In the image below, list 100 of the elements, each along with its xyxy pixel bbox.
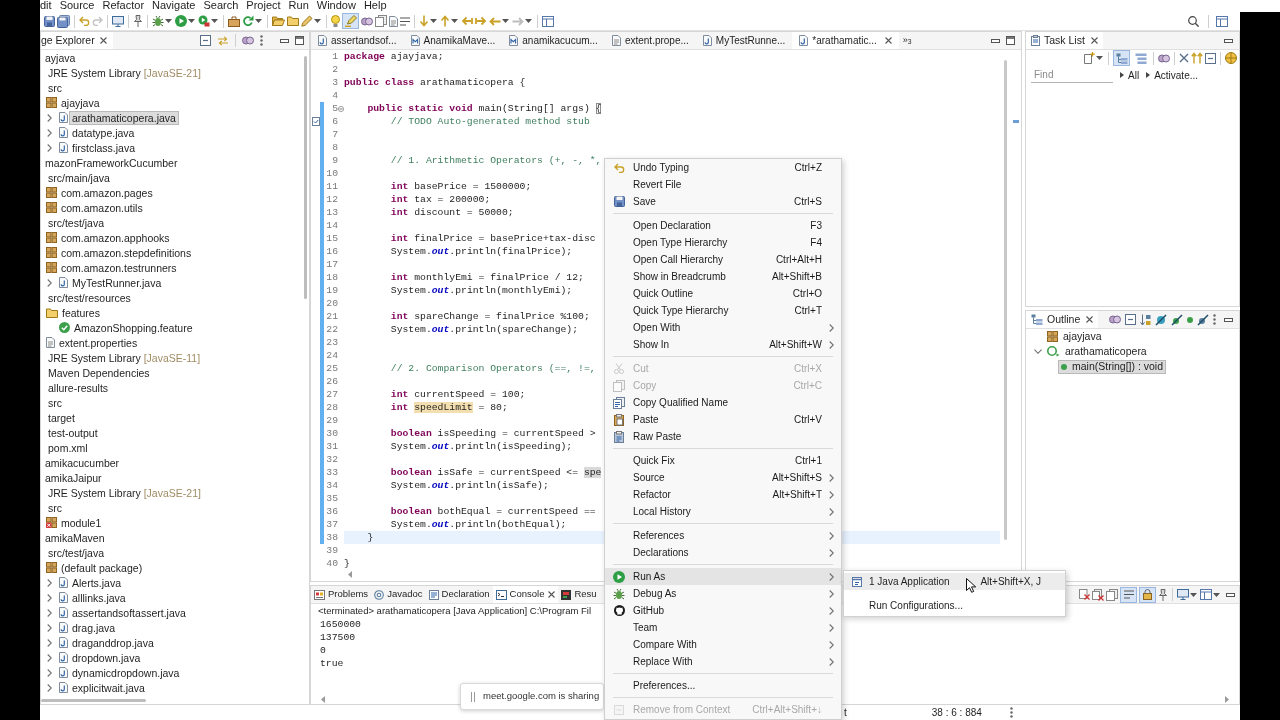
scrollbar-thumb[interactable] xyxy=(1003,60,1007,540)
documents-remove-icon[interactable] xyxy=(1092,588,1104,601)
chevron-right-icon[interactable] xyxy=(47,653,52,662)
caret-down-icon[interactable] xyxy=(1096,56,1103,60)
editor-tab[interactable]: AnamikaMave... xyxy=(403,32,503,49)
menu-item[interactable]: Refactor Alt+Shift+T xyxy=(605,486,841,503)
filter-link[interactable]: Activate... xyxy=(1146,67,1199,83)
tree-item[interactable]: com.amazon.testrunners xyxy=(58,260,180,275)
tree-item[interactable]: dynamicdropdown.java xyxy=(69,665,183,680)
menu-item[interactable]: Open With xyxy=(605,319,841,336)
tree-item[interactable]: explicitwait.java xyxy=(69,680,148,695)
tree-item[interactable]: com.amazon.apphooks xyxy=(58,230,173,245)
tree-item[interactable]: assertandsoftassert.java xyxy=(69,605,189,620)
sort-icon[interactable] xyxy=(1140,313,1151,326)
caret-down-icon[interactable] xyxy=(502,19,509,23)
chevron-down-icon[interactable] xyxy=(1034,349,1042,354)
up-arrows-icon[interactable] xyxy=(1191,52,1203,64)
tree-item[interactable]: target xyxy=(45,410,78,425)
documents-icon[interactable] xyxy=(1106,588,1118,601)
collapse-all-icon[interactable] xyxy=(200,35,211,46)
tree-item[interactable]: main(String[]) : void xyxy=(1058,359,1167,374)
caret-down-icon[interactable] xyxy=(255,19,262,23)
chevron-right-icon[interactable] xyxy=(47,623,52,632)
caret-down-icon[interactable] xyxy=(211,19,218,23)
chevron-right-icon[interactable] xyxy=(47,638,52,647)
toggle-button[interactable] xyxy=(1113,50,1130,66)
tree-item[interactable]: ajayjava xyxy=(58,95,103,110)
caret-down-icon[interactable] xyxy=(314,19,321,23)
cross-icon[interactable] xyxy=(1179,53,1189,63)
documents-icon[interactable] xyxy=(375,15,387,27)
circles-icon[interactable] xyxy=(1158,53,1170,63)
tree-item[interactable]: com.amazon.stepdefinitions xyxy=(58,245,195,260)
pin-icon[interactable] xyxy=(133,15,143,27)
menu-item[interactable]: Compare With xyxy=(605,636,841,653)
toggle-button[interactable] xyxy=(1120,586,1137,603)
circles-icon[interactable] xyxy=(361,16,373,26)
tree-item[interactable]: JRE System Library [JavaSE-21] xyxy=(45,485,204,500)
chevron-right-icon[interactable] xyxy=(47,608,52,617)
menu-item[interactable]: Run As xyxy=(605,568,841,585)
menu-item[interactable]: 1 Java Application Alt+Shift+X, J xyxy=(844,573,1065,590)
tree-item[interactable]: extent.properties xyxy=(56,335,141,350)
chevron-right-icon[interactable] xyxy=(47,668,52,677)
close-icon[interactable] xyxy=(99,37,107,44)
tree-item[interactable]: com.amazon.utils xyxy=(58,200,146,215)
tree-item[interactable]: Maven Dependencies xyxy=(45,365,153,380)
vertical-dots-icon[interactable] xyxy=(1009,707,1013,718)
caret-down-icon[interactable] xyxy=(525,19,532,23)
menu-item[interactable]: Show in Breadcrumb Alt+Shift+B xyxy=(605,268,841,285)
forward-arrow-icon[interactable] xyxy=(475,16,487,26)
circles-icon[interactable] xyxy=(242,36,254,45)
chevron-right-icon[interactable] xyxy=(47,278,52,287)
tree-item[interactable]: drag.java xyxy=(69,620,119,635)
kebab-menu-icon[interactable] xyxy=(260,35,263,46)
caret-down-icon[interactable] xyxy=(1213,592,1220,597)
kebab-menu-icon[interactable] xyxy=(1213,314,1216,325)
tree-item[interactable]: com.amazon.pages xyxy=(58,185,156,200)
caret-down-icon[interactable] xyxy=(165,19,172,23)
tree-item[interactable]: src/test/java xyxy=(45,215,108,230)
minimize-icon[interactable] xyxy=(1226,592,1235,597)
tree-item[interactable]: draganddrop.java xyxy=(69,635,157,650)
chevron-right-icon[interactable] xyxy=(47,143,52,152)
menu-item[interactable]: Save Ctrl+S xyxy=(605,193,841,210)
menu-item[interactable]: GitHub xyxy=(605,602,841,619)
menu-item[interactable]: Copy Qualified Name xyxy=(605,394,841,411)
tree-item[interactable]: (default package) xyxy=(58,560,146,575)
menu-item[interactable]: Open Type Hierarchy F4 xyxy=(605,234,841,251)
tree-item[interactable]: src xyxy=(45,395,65,410)
chevron-right-icon[interactable] xyxy=(47,683,52,692)
panel-tab[interactable]: Console xyxy=(492,586,559,603)
minimize-icon[interactable] xyxy=(280,38,289,43)
circles-icon[interactable] xyxy=(1109,315,1121,324)
menu-item[interactable]: Undo Typing Ctrl+Z xyxy=(605,159,841,176)
tree-item[interactable]: allure-results xyxy=(45,380,112,395)
crossed-circle-icon[interactable] xyxy=(1155,313,1167,326)
toolbox-icon[interactable] xyxy=(228,15,240,27)
tree-item[interactable]: features xyxy=(59,305,103,320)
folder-open-icon[interactable] xyxy=(272,16,285,26)
bug-icon[interactable] xyxy=(152,15,164,27)
panel-tab[interactable]: Javadoc xyxy=(371,586,426,603)
menu-item[interactable]: Team xyxy=(605,619,841,636)
document-icon[interactable] xyxy=(389,15,398,27)
tree-item[interactable]: amikaJaipur xyxy=(42,470,105,485)
tree-item[interactable]: firstclass.java xyxy=(69,140,138,155)
menu-bar-item[interactable]: Navigate xyxy=(152,0,196,11)
search-icon[interactable] xyxy=(1188,15,1199,27)
undo-icon[interactable] xyxy=(79,16,90,26)
menu-item[interactable]: Show In Alt+Shift+W xyxy=(605,336,841,353)
tree-item[interactable]: Alerts.java xyxy=(69,575,125,590)
toggle-button[interactable] xyxy=(342,13,359,29)
caret-down-icon[interactable] xyxy=(451,19,458,23)
tree-item[interactable]: JRE System Library [JavaSE-21] xyxy=(45,65,204,80)
tree-item[interactable]: src xyxy=(45,80,65,95)
tree-item[interactable]: test-output xyxy=(45,425,101,440)
menu-item[interactable]: Raw Paste xyxy=(605,428,841,445)
scroll-left-icon[interactable] xyxy=(321,695,325,703)
new-document-icon[interactable] xyxy=(1084,52,1095,64)
panel-tab[interactable]: Outline xyxy=(1026,311,1099,328)
window-icon[interactable] xyxy=(542,15,554,27)
menu-bar-item[interactable]: Help xyxy=(363,0,387,11)
panel-tab[interactable]: Resu xyxy=(558,586,600,603)
